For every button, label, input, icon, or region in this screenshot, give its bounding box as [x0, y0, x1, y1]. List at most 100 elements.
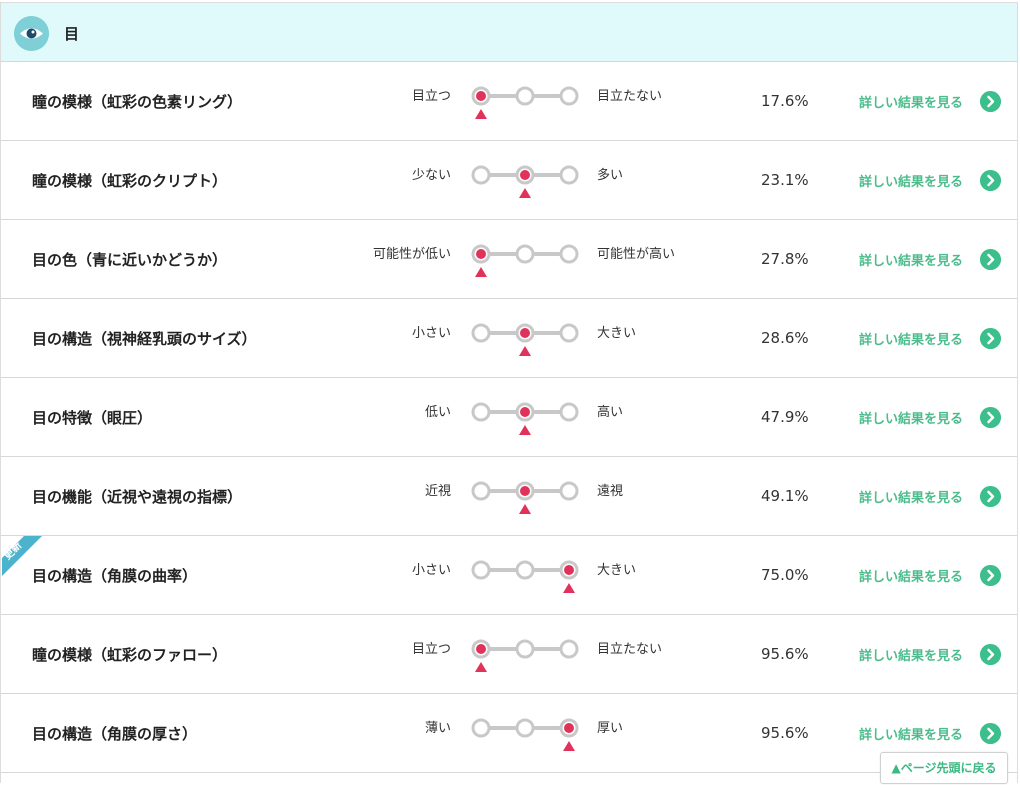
scale-left-label: 少ない: [411, 168, 451, 183]
scale-right-label: 高い: [597, 405, 624, 420]
scale-right-label: 目立たない: [597, 642, 663, 657]
result-row: 目の色（青に近いかどうか） 可能性が低い 可能性が高い 27.8% 詳しい結果を見る: [1, 220, 1017, 299]
trait-name: 目の色（青に近いかどうか）: [32, 251, 228, 269]
tendency-scale: [471, 718, 579, 751]
chevron-right-icon[interactable]: [980, 644, 1001, 665]
scale-point: [559, 639, 579, 659]
marker-triangle: [563, 741, 575, 751]
result-row: 目の特徴（眼圧） 低い 高い 47.9% 詳しい結果を見る: [1, 378, 1017, 457]
tendency-scale: [471, 639, 579, 672]
chevron-right-icon[interactable]: [980, 249, 1001, 270]
selected-dot: [476, 644, 486, 654]
view-details-link[interactable]: 詳しい結果を見る: [859, 92, 963, 111]
percentage-value: 47.9%: [761, 408, 809, 426]
selected-dot: [564, 723, 574, 733]
result-row: 更新 目の構造（角膜の曲率） 小さい 大きい 75.0% 詳しい結果を見る: [1, 536, 1017, 615]
result-row: 瞳の模様（虹彩のファロー） 目立つ 目立たない 95.6% 詳しい結果を見る: [1, 615, 1017, 694]
trait-name: 目の構造（視神経乳頭のサイズ）: [32, 330, 257, 348]
scale-left-label: 小さい: [411, 563, 451, 578]
result-list: 瞳の模様（虹彩の色素リング） 目立つ 目立たない 17.6% 詳しい結果を見る 瞳の模様（…: [1, 62, 1017, 773]
chevron-right-icon[interactable]: [980, 328, 1001, 349]
marker-triangle: [519, 346, 531, 356]
scale-right-label: 目立たない: [597, 89, 663, 104]
view-details-link[interactable]: 詳しい結果を見る: [859, 566, 963, 585]
scale-point: [559, 481, 579, 501]
result-row: 目の構造（視神経乳頭のサイズ） 小さい 大きい 28.6% 詳しい結果を見る: [1, 299, 1017, 378]
tendency-scale: [471, 244, 579, 277]
marker-triangle: [475, 267, 487, 277]
scale-point: [471, 165, 491, 185]
result-row: 目の機能（近視や遠視の指標） 近視 遠視 49.1% 詳しい結果を見る: [1, 457, 1017, 536]
selected-dot: [564, 565, 574, 575]
scale-right-label: 厚い: [597, 721, 624, 736]
scale-left-label: 目立つ: [411, 89, 451, 104]
marker-triangle: [475, 109, 487, 119]
selected-dot: [476, 91, 486, 101]
section-title: 目: [64, 25, 80, 43]
trait-name: 目の構造（角膜の曲率）: [32, 567, 198, 585]
view-details-link[interactable]: 詳しい結果を見る: [859, 171, 963, 190]
percentage-value: 17.6%: [761, 92, 809, 110]
chevron-right-icon[interactable]: [980, 486, 1001, 507]
scale-point: [559, 86, 579, 106]
percentage-value: 95.6%: [761, 645, 809, 663]
scale-point: [471, 481, 491, 501]
chevron-right-icon[interactable]: [980, 565, 1001, 586]
tendency-scale: [471, 560, 579, 593]
result-row: 瞳の模様（虹彩のクリプト） 少ない 多い 23.1% 詳しい結果を見る: [1, 141, 1017, 220]
marker-triangle: [519, 425, 531, 435]
view-details-link[interactable]: 詳しい結果を見る: [859, 487, 963, 506]
eye-results-panel: 目 瞳の模様（虹彩の色素リング） 目立つ 目立たない 17.6% 詳しい結果を見る 瞳の模…: [0, 2, 1018, 783]
percentage-value: 28.6%: [761, 329, 809, 347]
scale-point: [559, 165, 579, 185]
scale-left-label: 目立つ: [411, 642, 451, 657]
scale-point: [559, 244, 579, 264]
percentage-value: 75.0%: [761, 566, 809, 584]
scale-point: [515, 86, 535, 106]
scale-left-label: 小さい: [411, 326, 451, 341]
scale-left-label: 可能性が低い: [372, 247, 451, 262]
section-header: 目: [1, 2, 1017, 62]
scale-point: [515, 560, 535, 580]
scale-point: [471, 402, 491, 422]
selected-dot: [520, 170, 530, 180]
selected-dot: [520, 328, 530, 338]
chevron-right-icon[interactable]: [980, 407, 1001, 428]
trait-name: 瞳の模様（虹彩のクリプト）: [32, 172, 228, 190]
percentage-value: 49.1%: [761, 487, 809, 505]
tendency-scale: [471, 402, 579, 435]
view-details-link[interactable]: 詳しい結果を見る: [859, 250, 963, 269]
chevron-right-icon[interactable]: [980, 170, 1001, 191]
marker-triangle: [563, 583, 575, 593]
scale-right-label: 可能性が高い: [597, 247, 676, 262]
selected-dot: [520, 486, 530, 496]
percentage-value: 95.6%: [761, 724, 809, 742]
back-to-top-button[interactable]: ▲ページ先頭に戻る: [880, 752, 1008, 784]
tendency-scale: [471, 86, 579, 119]
view-details-link[interactable]: 詳しい結果を見る: [859, 408, 963, 427]
scale-left-label: 薄い: [424, 721, 451, 736]
scale-point: [559, 323, 579, 343]
trait-name: 目の機能（近視や遠視の指標）: [32, 488, 243, 506]
selected-dot: [520, 407, 530, 417]
result-row: 瞳の模様（虹彩の色素リング） 目立つ 目立たない 17.6% 詳しい結果を見る: [1, 62, 1017, 141]
scale-right-label: 多い: [597, 168, 624, 183]
scale-point: [515, 718, 535, 738]
marker-triangle: [519, 504, 531, 514]
view-details-link[interactable]: 詳しい結果を見る: [859, 329, 963, 348]
chevron-right-icon[interactable]: [980, 91, 1001, 112]
scale-left-label: 低い: [424, 405, 451, 420]
view-details-link[interactable]: 詳しい結果を見る: [859, 645, 963, 664]
tendency-scale: [471, 323, 579, 356]
scale-right-label: 遠視: [597, 484, 624, 499]
trait-name: 瞳の模様（虹彩のファロー）: [32, 646, 228, 664]
trait-name: 目の特徴（眼圧）: [32, 409, 153, 427]
chevron-right-icon[interactable]: [980, 723, 1001, 744]
percentage-value: 27.8%: [761, 250, 809, 268]
scale-point: [471, 718, 491, 738]
scale-left-label: 近視: [424, 484, 451, 499]
scale-point: [515, 244, 535, 264]
marker-triangle: [519, 188, 531, 198]
scale-point: [471, 323, 491, 343]
view-details-link[interactable]: 詳しい結果を見る: [859, 724, 963, 743]
